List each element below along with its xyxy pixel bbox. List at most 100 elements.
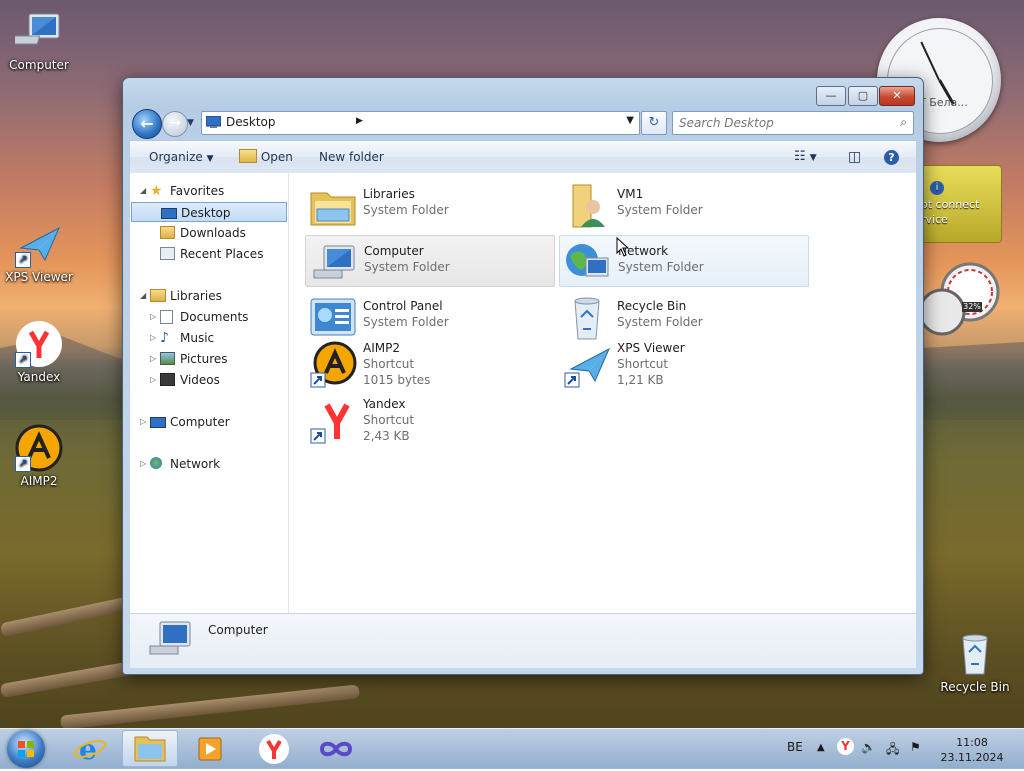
maximize-button[interactable]: ▢ [848,86,878,106]
desktop-icon-yandex[interactable]: ↗ Yandex [1,320,77,384]
xps-viewer-icon [564,347,611,388]
clock-date: 23.11.2024 [940,751,1004,764]
search-icon[interactable]: ⌕ [900,115,907,130]
nav-network[interactable]: ▷ Network [130,454,287,474]
address-dropdown-icon[interactable]: ▼ [626,115,634,126]
desktop-icon-aimp2[interactable]: ↗ AIMP2 [1,424,77,488]
item-control-panel[interactable]: Control Panel System Folder [305,291,555,343]
libraries-folder-icon [310,192,356,226]
nav-desktop[interactable]: Desktop [131,202,287,222]
language-indicator[interactable]: BE [787,740,803,754]
item-recycle-bin[interactable]: Recycle Bin System Folder [559,291,809,343]
expand-arrow-icon[interactable]: ▷ [140,454,146,474]
help-button[interactable]: ? [884,148,899,166]
item-computer[interactable]: Computer System Folder [305,235,555,287]
nav-music[interactable]: ▷ ♪ Music [130,328,287,348]
minimize-button[interactable]: — [816,86,846,106]
expand-arrow-icon[interactable]: ▷ [140,412,146,432]
back-arrow-icon: ← [140,114,154,133]
clock-time: 11:08 [956,736,988,749]
nav-favorites[interactable]: ◢ ★ Favorites [130,181,287,201]
preview-pane-icon: ◫ [848,149,862,165]
tray-yandex-icon[interactable]: Y [837,738,854,755]
chevron-down-icon: ▼ [206,154,214,164]
desktop-icon-recycle-bin[interactable]: Recycle Bin [937,630,1013,694]
recycle-bin-icon [574,297,600,340]
collapse-arrow-icon[interactable]: ◢ [140,181,146,201]
address-bar[interactable]: Desktop ▶ ▼ [201,111,640,135]
new-folder-button[interactable]: New folder [319,148,384,166]
nav-recent-places[interactable]: Recent Places [130,244,287,264]
desktop-icon-label: AIMP2 [20,474,58,488]
downloads-folder-icon [160,226,175,239]
taskbar-media-player[interactable] [182,730,238,767]
expand-arrow-icon[interactable]: ▷ [150,328,156,348]
close-button[interactable]: ✕ [879,86,915,106]
taskbar-yandex[interactable] [246,730,302,767]
open-button[interactable]: Open [239,148,293,166]
media-player-icon [198,737,222,761]
taskbar-clock[interactable]: 11:08 23.11.2024 [937,735,1007,765]
cpu-percent-readout: 32% [963,302,981,311]
aimp2-icon [310,341,357,388]
network-globe-icon [566,244,609,277]
refresh-icon: ↻ [648,115,660,130]
refresh-button[interactable]: ↻ [641,111,667,135]
item-aimp2[interactable]: AIMP2 Shortcut 1015 bytes [305,339,555,395]
item-network[interactable]: Network System Folder [559,235,809,287]
show-hidden-icons-button[interactable]: ▲ [817,742,825,753]
action-center-flag-icon[interactable]: ⚑ [910,740,921,754]
weather-status-text: ot connect [921,198,980,211]
computer-icon [10,8,63,56]
nav-videos[interactable]: ▷ Videos [130,370,287,390]
desktop-icon-computer[interactable]: Computer [1,8,77,72]
shortcut-arrow-icon: ↗ [15,352,31,368]
command-bar: Organize ▼ Open New folder ☷ ▼ ◫ ? [130,140,916,174]
star-icon: ★ [150,183,163,199]
collapse-arrow-icon[interactable]: ◢ [140,286,146,306]
breadcrumb-desktop[interactable]: Desktop [226,115,276,129]
weather-gadget[interactable]: i ot connect rvice [920,165,1002,243]
network-tray-icon[interactable]: 🖧 [886,740,899,761]
nav-computer[interactable]: ▷ Computer [130,412,287,432]
taskbar: e BE ▲ Y 🔊 🖧 ⚑ 11:08 23.11.2024 [0,728,1024,769]
preview-pane-button[interactable]: ◫ [848,148,861,166]
aimp2-icon: ↗ [15,424,63,472]
taskbar-internet-explorer[interactable]: e [62,730,118,767]
search-box[interactable]: ⌕ [672,111,914,135]
nav-pictures[interactable]: ▷ Pictures [130,349,287,369]
taskbar-app[interactable] [308,730,364,767]
nav-documents[interactable]: ▷ Documents [130,307,287,327]
chevron-down-icon: ▼ [809,153,817,163]
back-button[interactable]: ← [132,109,162,139]
change-view-button[interactable]: ☷ ▼ [794,148,817,166]
cpu-meter-gadget[interactable]: 32% [918,262,1000,342]
item-vm1[interactable]: VM1 System Folder [559,179,809,231]
start-button[interactable] [7,730,45,768]
nav-downloads[interactable]: Downloads [130,223,287,243]
expand-arrow-icon[interactable]: ▷ [150,349,156,369]
shortcut-arrow-icon: ↗ [15,252,31,268]
desktop-icon-label: Recycle Bin [940,680,1010,694]
recent-places-icon [160,247,175,260]
internet-explorer-icon: e [73,733,107,766]
desktop-icon [161,208,177,219]
forward-button[interactable]: → [162,111,188,137]
expand-arrow-icon[interactable]: ▷ [150,370,156,390]
organize-button[interactable]: Organize ▼ [149,148,214,166]
nav-libraries[interactable]: ◢ Libraries [130,286,287,306]
documents-icon [160,310,173,324]
xps-viewer-icon: ↗ [15,220,63,268]
item-libraries[interactable]: Libraries System Folder [305,179,555,231]
item-xps-viewer[interactable]: XPS Viewer Shortcut 1,21 KB [559,339,809,395]
minimize-icon: — [825,89,837,102]
recent-pages-dropdown[interactable]: ▼ [187,116,197,130]
search-input[interactable] [679,114,879,132]
taskbar-windows-explorer[interactable] [122,730,178,767]
desktop-icon-xps-viewer[interactable]: ↗ XPS Viewer [1,220,77,284]
breadcrumb-chevron-icon[interactable]: ▶ [356,116,363,126]
expand-arrow-icon[interactable]: ▷ [150,307,156,327]
item-yandex[interactable]: Yandex Shortcut 2,43 KB [305,395,555,451]
explorer-window: — ▢ ✕ ← → ▼ Desktop ▶ ▼ ↻ ⌕ Organize ▼ O… [122,77,924,675]
volume-icon[interactable]: 🔊 [861,740,876,754]
